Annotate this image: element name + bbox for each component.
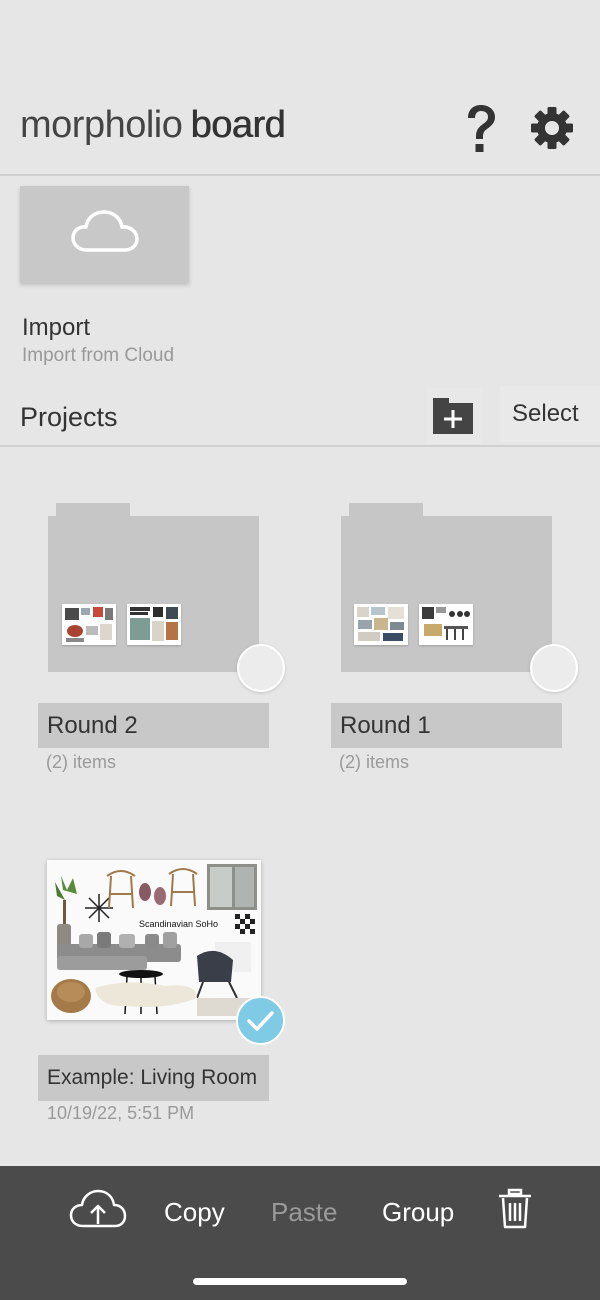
folder-name[interactable]: Round 1 xyxy=(331,703,562,748)
import-title[interactable]: Import xyxy=(22,314,90,342)
board-selected-check[interactable] xyxy=(236,996,285,1045)
new-folder-button[interactable] xyxy=(426,388,482,444)
board-thumbnail xyxy=(419,604,473,645)
trash-icon xyxy=(499,1188,531,1229)
board-thumbnail xyxy=(127,604,181,645)
paste-button[interactable]: Paste xyxy=(271,1192,338,1232)
folder-item-count: (2) items xyxy=(339,752,410,772)
cloud-upload-icon xyxy=(69,1189,127,1228)
app-header: morpholio board xyxy=(0,0,600,176)
new-folder-icon xyxy=(433,398,473,434)
brand-board: board xyxy=(190,104,286,146)
import-card[interactable] xyxy=(20,186,189,283)
checkmark-icon xyxy=(247,1011,274,1031)
board-thumbnail xyxy=(62,604,116,645)
folder-round-2[interactable]: Round 2 (2) items xyxy=(38,503,288,803)
home-indicator xyxy=(193,1278,407,1285)
board-date: 10/19/22, 5:51 PM xyxy=(47,1103,195,1123)
folder-select-toggle[interactable] xyxy=(237,644,285,692)
folder-tab xyxy=(349,503,423,516)
bottom-toolbar: Copy Paste Group xyxy=(0,1166,600,1300)
folder-select-toggle[interactable] xyxy=(530,644,578,692)
brand-morpholio: morpholio xyxy=(20,104,183,146)
upload-button[interactable] xyxy=(68,1188,128,1228)
board-thumbnail xyxy=(354,604,408,645)
select-button[interactable]: Select xyxy=(500,386,600,442)
projects-bar: Projects Select xyxy=(0,386,600,447)
board-thumbnail-living-room[interactable]: Scandinavian SoHo xyxy=(47,860,261,1020)
cloud-icon xyxy=(71,210,139,252)
import-subtitle: Import from Cloud xyxy=(22,345,175,366)
question-mark-icon xyxy=(468,105,495,152)
projects-title: Projects xyxy=(20,402,118,432)
folder-body xyxy=(48,516,259,672)
folder-body xyxy=(341,516,552,672)
delete-button[interactable] xyxy=(497,1188,533,1229)
board-caption: Scandinavian SoHo xyxy=(139,919,218,929)
board-name[interactable]: Example: Living Room xyxy=(38,1055,269,1101)
folder-round-1[interactable]: Round 1 (2) items xyxy=(331,503,581,803)
app-logo: morpholio board xyxy=(20,104,286,147)
settings-button[interactable] xyxy=(528,104,576,152)
copy-button[interactable]: Copy xyxy=(164,1192,225,1232)
gear-icon xyxy=(531,107,573,149)
folder-tab xyxy=(56,503,130,516)
folder-name[interactable]: Round 2 xyxy=(38,703,269,748)
folder-item-count: (2) items xyxy=(46,752,117,772)
help-button[interactable] xyxy=(460,104,502,154)
group-button[interactable]: Group xyxy=(382,1192,454,1232)
